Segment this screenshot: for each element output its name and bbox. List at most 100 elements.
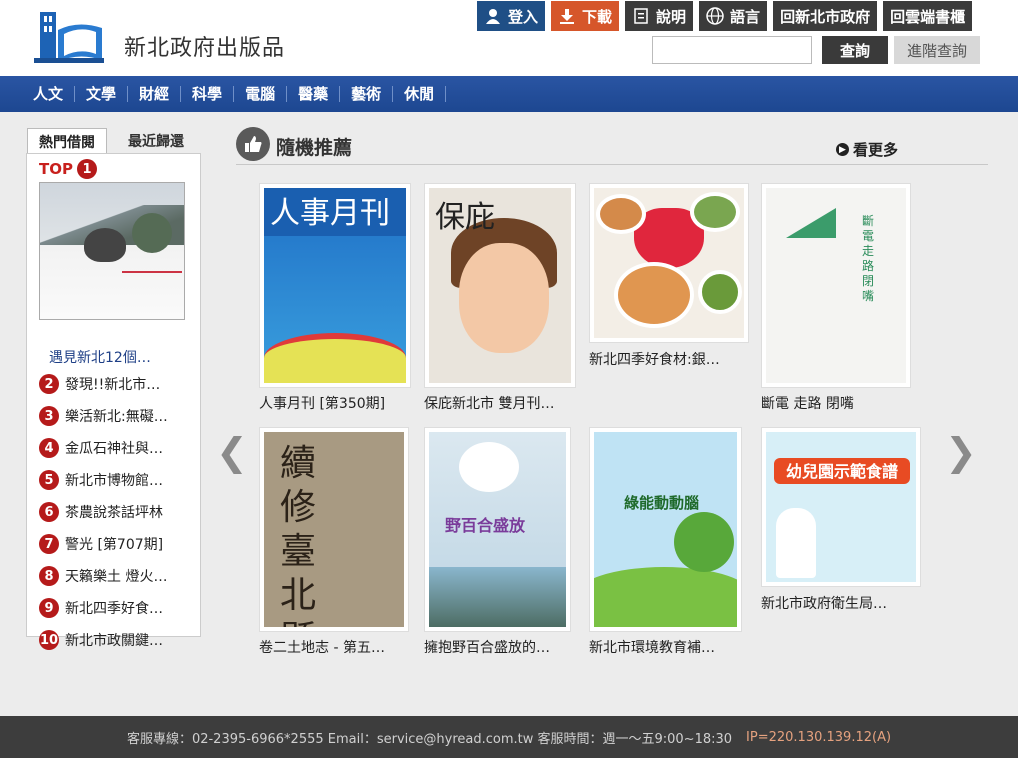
header: 新北政府出版品 登入 下載 說明 語言 回新北市政府 回雲端書櫃 查詢 進階查詢 [0,0,1018,76]
top-text: TOP [39,160,73,178]
back-cloud-button[interactable]: 回雲端書櫃 [883,1,973,31]
list-item[interactable]: 6 茶農說茶話坪林 [39,496,168,528]
book-title[interactable]: 擁抱野百合盛放的… [424,637,550,657]
rank-title[interactable]: 樂活新北:無礙… [65,406,168,426]
book-cover-frame[interactable]: 幼兒園示範食譜 [761,427,921,587]
see-more-link[interactable]: ▶ 看更多 [836,139,898,160]
language-label: 語言 [730,7,761,26]
book-title[interactable]: 斷電 走路 閉嘴 [761,393,854,413]
download-label: 下載 [582,7,613,26]
rank-title[interactable]: 茶農說茶話坪林 [65,502,163,522]
advanced-search-button[interactable]: 進階查詢 [894,36,980,64]
book-cover[interactable]: 幼兒園示範食譜 [766,432,916,582]
cover-text: 保庇 [435,200,495,235]
rank-title[interactable]: 發現!!新北市… [65,374,160,394]
footer-contact: 客服專線：02-2395-6966*2555 Email：service@hyr… [126,731,733,747]
download-icon [558,7,576,25]
top-label: TOP 1 [39,159,97,179]
footer-ip: IP=220.130.139.12(A) [746,729,892,745]
nav-item-finance[interactable]: 財經 [128,86,182,102]
book-cover-frame[interactable]: 野百合盛放 [424,427,571,632]
cover-text: 續修臺北縣志 [280,443,317,627]
book-title[interactable]: 人事月刊 [第350期] [259,393,385,413]
thumbs-up-icon [236,127,270,161]
list-item[interactable]: 10 新北市政關鍵… [39,624,168,656]
book-cover[interactable]: 續修臺北縣志 [264,432,404,627]
list-item[interactable]: 8 天籟樂土 燈火… [39,560,168,592]
rank-badge: 5 [39,470,59,490]
rank-title[interactable]: 警光 [第707期] [65,534,163,554]
rank-badge: 3 [39,406,59,426]
site-title[interactable]: 新北政府出版品 [124,30,285,62]
cover-text: 野百合盛放 [445,516,526,535]
book-title[interactable]: 新北市環境教育補… [589,637,715,657]
rank-badge: 9 [39,598,59,618]
list-item[interactable]: 2 發現!!新北市… [39,368,168,400]
book-title[interactable]: 卷二土地志 - 第五… [259,637,385,657]
rank-badge: 4 [39,438,59,458]
help-label: 說明 [656,7,687,26]
list-item[interactable]: 5 新北市博物館… [39,464,168,496]
tab-recent-return[interactable]: 最近歸還 [114,128,198,154]
nav-item-leisure[interactable]: 休閒 [393,86,447,102]
arrow-right-circle-icon: ▶ [836,143,849,156]
list-item[interactable]: 9 新北四季好食… [39,592,168,624]
nav-item-literature[interactable]: 文學 [75,86,129,102]
book-cover[interactable] [594,188,744,338]
nav-item-medicine[interactable]: 醫藥 [287,86,341,102]
rank-title[interactable]: 新北市博物館… [65,470,163,490]
top-buttons: 登入 下載 說明 語言 回新北市政府 回雲端書櫃 [477,1,973,31]
book-cover[interactable]: 綠能動動腦 [594,432,737,627]
login-label: 登入 [508,7,539,26]
book-title[interactable]: 保庇新北市 雙月刊… [424,393,554,413]
book-cover[interactable]: 斷電 走路 閉嘴 [766,188,906,383]
nav-item-humanities[interactable]: 人文 [22,86,76,102]
sidebar-tabs: 熱門借閱 最近歸還 [26,128,201,154]
book-title[interactable]: 新北四季好食材:銀… [589,349,720,369]
book-cover-frame[interactable]: 續修臺北縣志 [259,427,409,632]
tab-hot-borrow[interactable]: 熱門借閱 [27,128,107,154]
search-button[interactable]: 查詢 [822,36,888,64]
download-button[interactable]: 下載 [551,1,620,31]
rank-badge: 7 [39,534,59,554]
book-cover-frame[interactable]: 人事月刊 [259,183,411,388]
user-icon [484,7,502,25]
rank-title[interactable]: 天籟樂土 燈火… [65,566,167,586]
login-button[interactable]: 登入 [477,1,546,31]
rank-badge: 1 [76,159,97,179]
rank-title[interactable]: 新北四季好食… [65,598,163,618]
top1-book-title[interactable]: 遇見新北12個… [49,347,151,367]
book-cover-frame[interactable]: 綠能動動腦 [589,427,742,632]
rank-title[interactable]: 金瓜石神社與… [65,438,163,458]
book-cover[interactable]: 人事月刊 [264,188,406,383]
back-cloud-label: 回雲端書櫃 [890,7,966,26]
back-gov-label: 回新北市政府 [780,7,871,26]
rank-badge: 6 [39,502,59,522]
list-item[interactable]: 4 金瓜石神社與… [39,432,168,464]
book-cover-frame[interactable]: 斷電 走路 閉嘴 [761,183,911,388]
site-logo-icon[interactable] [34,8,106,64]
list-item[interactable]: 3 樂活新北:無礙… [39,400,168,432]
nav-item-science[interactable]: 科學 [181,86,235,102]
list-item[interactable]: 7 警光 [第707期] [39,528,168,560]
book-cover[interactable]: 野百合盛放 [429,432,566,627]
top1-book-cover[interactable] [39,182,185,320]
rank-badge: 10 [39,630,59,650]
category-nav: 人文 文學 財經 科學 電腦 醫藥 藝術 休閒 [0,76,1018,112]
nav-item-art[interactable]: 藝術 [340,86,394,102]
book-cover-frame[interactable] [589,183,749,343]
rank-badge: 8 [39,566,59,586]
see-more-label: 看更多 [853,141,899,159]
sidebar: 熱門借閱 最近歸還 TOP 1 遇見新北12個… 2 發現!!新北市… 3 樂活新北… [26,128,201,650]
search-input[interactable] [652,36,812,64]
book-cover[interactable]: 保庇 [429,188,571,383]
chevron-left-icon[interactable]: ❮ [216,430,248,474]
book-title[interactable]: 新北市政府衛生局… [761,593,887,613]
rank-title[interactable]: 新北市政關鍵… [65,630,163,650]
chevron-right-icon[interactable]: ❯ [945,430,977,474]
back-gov-button[interactable]: 回新北市政府 [773,1,878,31]
book-cover-frame[interactable]: 保庇 [424,183,576,388]
nav-item-computer[interactable]: 電腦 [234,86,288,102]
language-button[interactable]: 語言 [699,1,768,31]
help-button[interactable]: 說明 [625,1,694,31]
